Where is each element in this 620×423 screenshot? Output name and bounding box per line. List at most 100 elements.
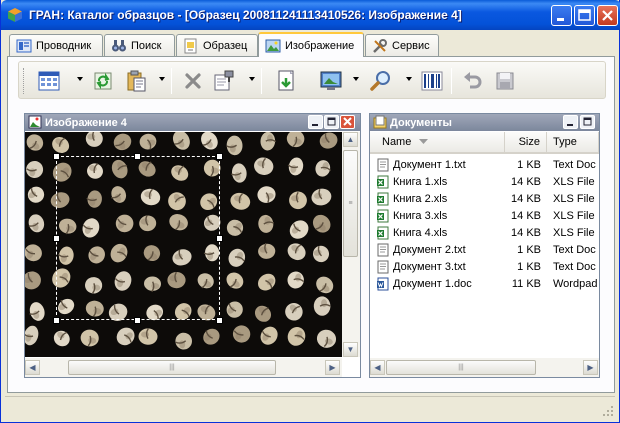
toolbar <box>18 61 606 99</box>
document-name-cell: Книга 1.xls <box>376 173 504 190</box>
list-item[interactable]: Документ 3.txt 1 KB Text Doc <box>370 258 599 275</box>
document-size: 1 KB <box>517 243 541 256</box>
properties-button[interactable] <box>213 69 237 93</box>
cube-icon <box>8 8 22 22</box>
scroll-left-button[interactable]: ◀ <box>370 360 385 375</box>
undo-button[interactable] <box>461 69 485 93</box>
list-item[interactable]: Документ 2.txt 1 KB Text Doc <box>370 241 599 258</box>
documents-pane-maximize-button[interactable] <box>580 115 595 129</box>
document-size-cell: 14 KB <box>505 173 541 190</box>
list-item[interactable]: Книга 3.xls 14 KB XLS File <box>370 207 599 224</box>
selection-rectangle[interactable] <box>56 156 220 320</box>
image-pane-minimize-button[interactable] <box>308 115 323 129</box>
import-button[interactable] <box>275 69 299 93</box>
image-file-icon <box>28 115 42 129</box>
column-header-type[interactable]: Type <box>547 132 599 152</box>
barcode-button[interactable] <box>420 69 444 93</box>
list-item[interactable]: Книга 1.xls 14 KB XLS File <box>370 173 599 190</box>
delete-button[interactable] <box>181 69 205 93</box>
tab-sample[interactable]: Образец <box>176 34 258 56</box>
scroll-down-button[interactable]: ▼ <box>343 342 358 357</box>
tab-search[interactable]: Поиск <box>104 34 175 56</box>
app-window: ГРАН: Каталог образцов - [Образец 200811… <box>0 0 620 423</box>
document-type-cell: Wordpad <box>553 275 599 292</box>
scroll-right-button[interactable]: ▶ <box>583 360 598 375</box>
maximize-icon <box>583 117 592 126</box>
document-size-cell: 11 KB <box>505 275 541 292</box>
minimize-button[interactable] <box>551 5 572 26</box>
binoculars-icon <box>112 39 126 51</box>
tab-label: Проводник <box>36 39 92 52</box>
image-vertical-scrollbar[interactable]: ▲ ≡ ▼ <box>342 132 360 357</box>
document-size: 14 KB <box>511 192 541 205</box>
document-name-cell: Книга 2.xls <box>376 190 504 207</box>
image-pane-title: Изображение 4 <box>45 116 127 129</box>
documents-pane-minimize-button[interactable] <box>563 115 578 129</box>
documents-horizontal-scrollbar[interactable]: ◀ ||| ▶ <box>370 358 599 377</box>
window-title: ГРАН: Каталог образцов - [Образец 200811… <box>29 8 462 22</box>
text-file-icon <box>377 243 389 256</box>
maximize-button[interactable] <box>574 5 595 26</box>
document-name: Документ 1.doc <box>393 277 472 290</box>
refresh-button[interactable] <box>91 69 115 93</box>
scroll-up-button[interactable]: ▲ <box>343 132 358 147</box>
column-header-name[interactable]: Name <box>370 132 505 152</box>
title-bar[interactable]: ГРАН: Каталог образцов - [Образец 200811… <box>1 0 620 30</box>
zoom-dropdown[interactable] <box>406 77 412 81</box>
document-size: 14 KB <box>511 175 541 188</box>
vertical-scroll-thumb[interactable]: ≡ <box>343 150 358 257</box>
document-size: 1 KB <box>517 158 541 171</box>
selection-handle[interactable] <box>216 235 223 242</box>
column-header-size[interactable]: Size <box>505 132 547 152</box>
image-pane-maximize-button[interactable] <box>324 115 339 129</box>
document-name: Книга 4.xls <box>393 226 448 239</box>
document-size: 14 KB <box>511 226 541 239</box>
selection-handle[interactable] <box>216 317 223 324</box>
document-type-cell: Text Doc <box>553 258 599 275</box>
properties-dropdown[interactable] <box>249 77 255 81</box>
horizontal-scroll-thumb[interactable]: ||| <box>68 360 276 375</box>
tab-service[interactable]: Сервис <box>365 34 439 56</box>
selection-handle[interactable] <box>134 317 141 324</box>
list-item[interactable]: Документ 1.txt 1 KB Text Doc <box>370 156 599 173</box>
document-size-cell: 14 KB <box>505 207 541 224</box>
selection-handle[interactable] <box>53 153 60 160</box>
document-name-cell: Книга 4.xls <box>376 224 504 241</box>
paste-dropdown[interactable] <box>159 77 165 81</box>
document-name-cell: Документ 2.txt <box>376 241 504 258</box>
grid-view-dropdown[interactable] <box>77 77 83 81</box>
resize-grip-icon[interactable] <box>603 406 613 416</box>
tab-image[interactable]: Изображение <box>258 32 364 57</box>
undo-icon <box>464 72 482 89</box>
document-name: Книга 2.xls <box>393 192 448 205</box>
tools-icon <box>373 38 387 53</box>
image-horizontal-scrollbar[interactable]: ◀ ||| ▶ <box>25 358 342 377</box>
image-pane-close-button[interactable] <box>340 115 355 129</box>
horizontal-scroll-thumb[interactable]: ||| <box>386 360 536 375</box>
selection-handle[interactable] <box>134 153 141 160</box>
selection-handle[interactable] <box>216 153 223 160</box>
excel-file-icon <box>377 175 389 188</box>
paste-button[interactable] <box>124 69 148 93</box>
tab-explorer[interactable]: Проводник <box>9 34 103 56</box>
close-button[interactable] <box>597 5 618 26</box>
specimen-image-canvas[interactable] <box>25 132 342 357</box>
list-item[interactable]: Книга 4.xls 14 KB XLS File <box>370 224 599 241</box>
screen-capture-button[interactable] <box>319 69 343 93</box>
scroll-right-button[interactable]: ▶ <box>325 360 340 375</box>
grid-view-button[interactable] <box>37 69 61 93</box>
word-file-icon <box>377 277 389 290</box>
selection-handle[interactable] <box>53 317 60 324</box>
scroll-left-button[interactable]: ◀ <box>25 360 40 375</box>
save-button[interactable] <box>493 69 517 93</box>
minimize-icon <box>312 124 318 126</box>
selection-handle[interactable] <box>53 235 60 242</box>
list-item[interactable]: Книга 2.xls 14 KB XLS File <box>370 190 599 207</box>
toolbar-grip[interactable] <box>23 68 26 94</box>
refresh-icon <box>94 72 112 90</box>
screen-capture-dropdown[interactable] <box>353 77 359 81</box>
list-item[interactable]: Документ 1.doc 11 KB Wordpad <box>370 275 599 292</box>
zoom-button[interactable] <box>369 69 393 93</box>
grid-view-icon <box>38 71 60 91</box>
minimize-icon <box>557 18 564 21</box>
